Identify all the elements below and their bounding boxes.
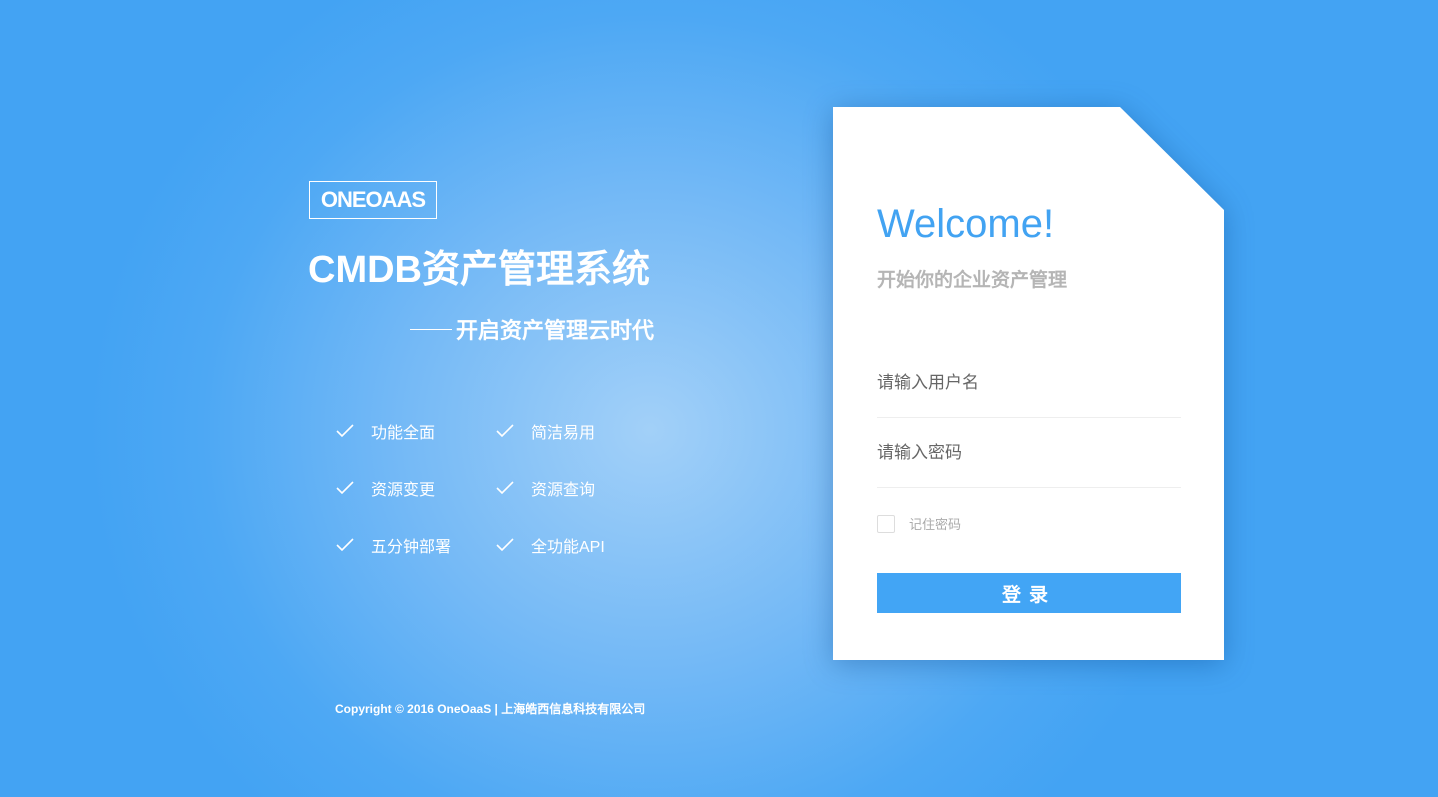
remember-password[interactable]: 记住密码: [877, 514, 961, 533]
remember-label: 记住密码: [909, 517, 962, 532]
check-icon: [336, 423, 354, 437]
oneoaas-logo: ONEOAAS: [309, 181, 437, 219]
remember-checkbox[interactable]: [877, 514, 895, 533]
password-field-wrap: [877, 418, 1181, 488]
login-card: Welcome! 开始你的企业资产管理 记住密码 登录: [833, 107, 1224, 660]
page-title: CMDB资产管理系统: [308, 249, 650, 291]
feature-label: 资源查询: [531, 481, 596, 499]
username-input[interactable]: [877, 348, 1181, 417]
slogan-text: 开启资产管理云时代: [456, 318, 655, 343]
logo-text: ONEOAAS: [320, 187, 426, 212]
check-icon: [336, 480, 354, 494]
password-input[interactable]: [877, 418, 1181, 487]
welcome-heading: Welcome!: [877, 202, 1055, 246]
copyright: Copyright © 2016 OneOaaS | 上海皓西信息科技有限公司: [335, 702, 646, 716]
feature-item: 五分钟部署: [336, 534, 496, 556]
check-icon: [496, 480, 514, 494]
check-icon: [496, 423, 514, 437]
dash-line: [410, 328, 452, 330]
feature-label: 全功能API: [531, 538, 605, 556]
feature-label: 资源变更: [371, 481, 436, 499]
login-button[interactable]: 登录: [877, 573, 1181, 613]
feature-item: 全功能API: [496, 534, 656, 556]
feature-label: 简洁易用: [531, 424, 596, 442]
check-icon: [336, 537, 354, 551]
feature-item: 功能全面: [336, 420, 496, 442]
feature-item: 资源变更: [336, 477, 496, 499]
check-icon: [496, 537, 514, 551]
feature-label: 功能全面: [371, 424, 436, 442]
feature-item: 资源查询: [496, 477, 656, 499]
username-field-wrap: [877, 348, 1181, 418]
feature-item: 简洁易用: [496, 420, 656, 442]
welcome-subtitle: 开始你的企业资产管理: [877, 270, 1068, 291]
feature-list: 功能全面 简洁易用资源变更 资源查询五分钟部署 全功能API: [336, 420, 656, 556]
feature-label: 五分钟部署: [371, 538, 452, 556]
slogan: 开启资产管理云时代: [410, 313, 654, 345]
